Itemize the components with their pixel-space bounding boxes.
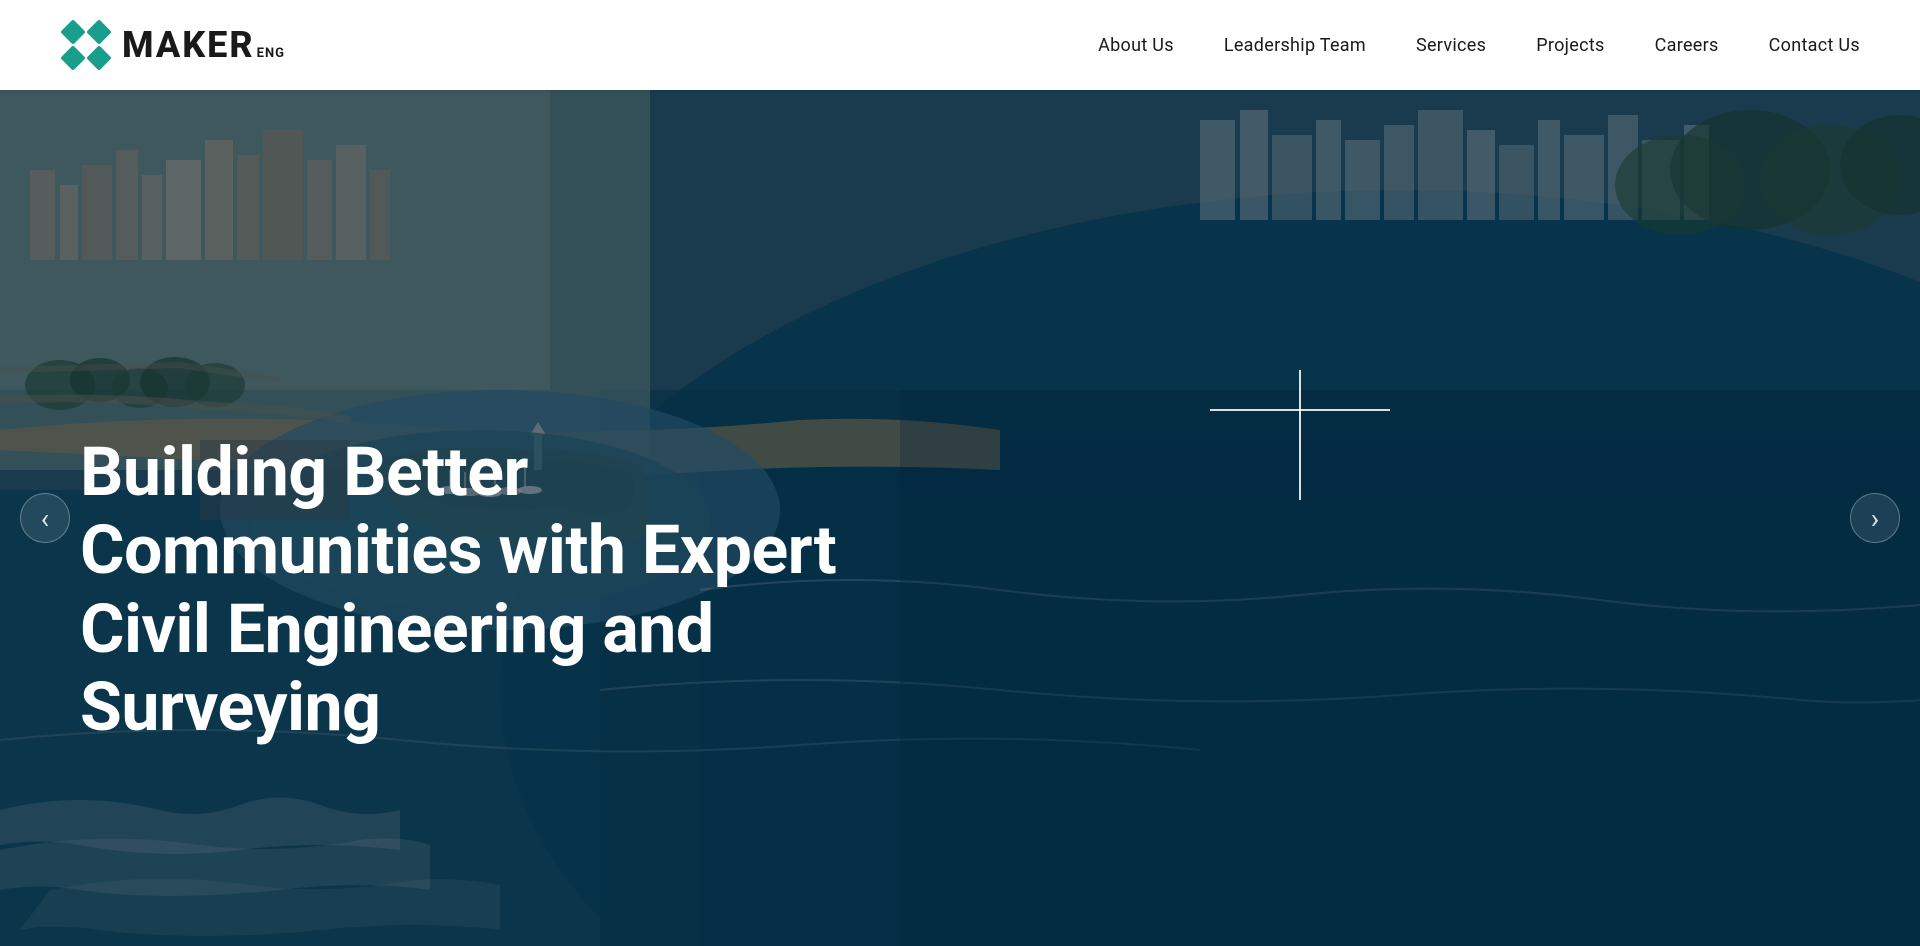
logo-icon bbox=[60, 19, 112, 71]
nav-item-leadership-team[interactable]: Leadership Team bbox=[1224, 35, 1366, 56]
hero-title: Building Better Communities with Expert … bbox=[80, 433, 880, 746]
carousel-next-button[interactable]: › bbox=[1850, 493, 1900, 543]
logo-maker: MAKER bbox=[122, 24, 255, 66]
nav-item-about-us[interactable]: About Us bbox=[1098, 35, 1174, 56]
logo-text: MAKERENG bbox=[122, 24, 285, 66]
header: MAKERENG About Us Leadership Team Servic… bbox=[0, 0, 1920, 90]
logo-eng: ENG bbox=[257, 46, 285, 61]
hero-content: Building Better Communities with Expert … bbox=[80, 433, 880, 746]
nav-item-projects[interactable]: Projects bbox=[1536, 35, 1604, 56]
main-nav: About Us Leadership Team Services Projec… bbox=[1098, 35, 1860, 56]
hero-cross-decoration bbox=[1200, 310, 1400, 510]
carousel-prev-button[interactable]: ‹ bbox=[20, 493, 70, 543]
nav-item-contact-us[interactable]: Contact Us bbox=[1769, 35, 1860, 56]
nav-item-services[interactable]: Services bbox=[1416, 35, 1486, 56]
hero-section: Building Better Communities with Expert … bbox=[0, 90, 1920, 946]
logo[interactable]: MAKERENG bbox=[60, 19, 285, 71]
nav-item-careers[interactable]: Careers bbox=[1655, 35, 1719, 56]
